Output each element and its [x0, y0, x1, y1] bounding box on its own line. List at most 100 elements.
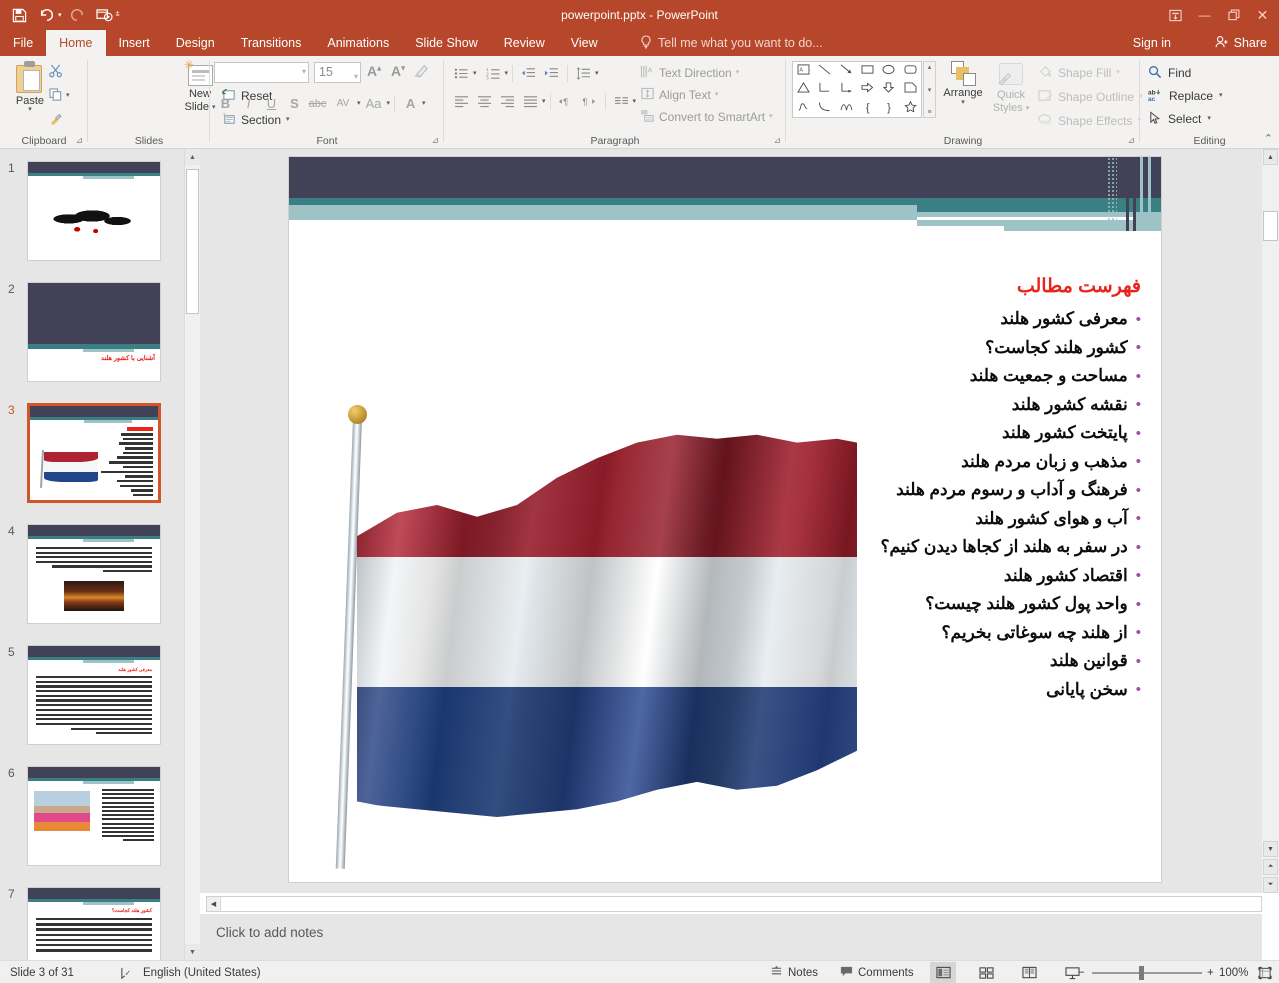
vscroll-thumb[interactable]: [1263, 211, 1278, 241]
shape-effects-button[interactable]: Shape Effects ▾: [1038, 109, 1148, 133]
cut-button[interactable]: [46, 60, 82, 84]
thumbnail-7-canvas[interactable]: کشور هلند کجاست؟: [27, 887, 161, 960]
thumbnail-slide-5[interactable]: 5 معرفی کشور هلند: [0, 645, 184, 765]
clipboard-dialog-launcher[interactable]: ⊿: [75, 135, 83, 146]
shape-fill-dropdown-icon[interactable]: ▾: [1116, 69, 1120, 76]
paragraph-dialog-launcher[interactable]: ⊿: [773, 135, 781, 146]
thumbnail-slide-2[interactable]: 2 آشنایی با کشور هلند: [0, 282, 184, 402]
tab-transitions[interactable]: Transitions: [228, 30, 315, 56]
increase-indent-button[interactable]: [540, 62, 563, 85]
restore-icon[interactable]: [1219, 2, 1248, 28]
font-dialog-launcher[interactable]: ⊿: [431, 135, 439, 146]
shape-right-arrow-icon[interactable]: [861, 82, 874, 96]
shapes-scroll-up-icon[interactable]: ▴: [928, 63, 932, 71]
shape-elbow-connector-icon[interactable]: [818, 82, 831, 96]
shape-curve-icon[interactable]: [818, 101, 831, 115]
ltr-text-direction-button[interactable]: ¶: [555, 90, 578, 113]
paste-dropdown-icon[interactable]: ▾: [28, 106, 32, 113]
slide-sorter-view-button[interactable]: [973, 962, 999, 983]
language-indicator[interactable]: English (United States): [143, 961, 261, 983]
ribbon-display-options-icon[interactable]: [1161, 2, 1190, 28]
share-button[interactable]: Share: [1203, 30, 1279, 56]
fit-slide-to-window-button[interactable]: [1258, 961, 1272, 983]
align-left-button[interactable]: [450, 90, 473, 113]
shapes-gallery[interactable]: A { }: [792, 61, 922, 118]
shape-right-brace-icon[interactable]: }: [887, 102, 891, 114]
thumbnail-slide-1[interactable]: 1: [0, 161, 184, 281]
font-size-dropdown-icon[interactable]: ▾: [354, 67, 358, 86]
strikethrough-button[interactable]: abc: [306, 92, 329, 115]
thumbnail-3-canvas[interactable]: [27, 403, 161, 503]
tab-view[interactable]: View: [558, 30, 611, 56]
font-name-input[interactable]: ▾: [214, 62, 309, 83]
notes-pane[interactable]: Click to add notes: [200, 914, 1262, 960]
justify-button[interactable]: [519, 90, 542, 113]
thumbnail-5-canvas[interactable]: معرفی کشور هلند: [27, 645, 161, 745]
zoom-in-button[interactable]: +: [1207, 961, 1214, 983]
shape-line-icon[interactable]: [818, 64, 831, 78]
tab-review[interactable]: Review: [491, 30, 558, 56]
shape-arc-icon[interactable]: [840, 101, 853, 115]
tab-home[interactable]: Home: [46, 30, 106, 56]
columns-dropdown-icon[interactable]: ▾: [633, 98, 637, 105]
copy-button[interactable]: ▾: [46, 84, 82, 108]
bold-button[interactable]: B: [214, 92, 237, 115]
thumbnail-slide-4[interactable]: 4: [0, 524, 184, 644]
find-button[interactable]: Find: [1148, 61, 1191, 85]
slide-vertical-scrollbar[interactable]: ▲ ▼ ⏶ ⏷: [1262, 149, 1279, 893]
tab-slide-show[interactable]: Slide Show: [402, 30, 491, 56]
smartart-dropdown-icon[interactable]: ▾: [769, 113, 773, 120]
minimize-icon[interactable]: —: [1190, 2, 1219, 28]
bullets-dropdown-icon[interactable]: ▾: [473, 70, 477, 77]
font-color-button[interactable]: A: [399, 92, 422, 115]
text-direction-button[interactable]: A Text Direction ▾: [640, 61, 739, 84]
spelling-check-icon[interactable]: ✓: [120, 961, 134, 983]
decrease-font-size-button[interactable]: A▾: [391, 63, 405, 79]
quick-styles-dropdown-icon[interactable]: ▾: [1026, 105, 1030, 112]
shape-oval-icon[interactable]: [882, 64, 895, 78]
thumbnail-2-canvas[interactable]: آشنایی با کشور هلند: [27, 282, 161, 382]
shape-textbox-icon[interactable]: A: [797, 64, 810, 78]
thumbnail-panel-scrollbar[interactable]: ▲ ▼: [184, 149, 200, 960]
numbering-button[interactable]: 123: [482, 62, 505, 85]
select-dropdown-icon[interactable]: ▾: [1207, 115, 1211, 122]
rtl-text-direction-button[interactable]: ¶: [578, 90, 601, 113]
tab-animations[interactable]: Animations: [314, 30, 402, 56]
shapes-gallery-scrollbar[interactable]: ▴ ▾ ≡: [923, 61, 936, 118]
notes-toggle-button[interactable]: Notes: [770, 961, 818, 983]
shape-outline-button[interactable]: Shape Outline ▾: [1038, 85, 1148, 109]
replace-button[interactable]: ab ac Replace ▾: [1148, 84, 1223, 108]
normal-view-button[interactable]: [930, 962, 956, 983]
align-right-button[interactable]: [496, 90, 519, 113]
shapes-scroll-down-icon[interactable]: ▾: [928, 86, 932, 94]
thumbnail-scroll-up-icon[interactable]: ▲: [185, 149, 200, 165]
thumbnail-slide-7[interactable]: 7 کشور هلند کجاست؟: [0, 887, 184, 960]
underline-button[interactable]: U: [260, 92, 283, 115]
thumbnail-slide-3[interactable]: 3: [0, 403, 184, 523]
tell-me-search[interactable]: Tell me what you want to do...: [640, 30, 823, 56]
justify-dropdown-icon[interactable]: ▾: [542, 98, 546, 105]
sign-in-button[interactable]: Sign in: [1133, 30, 1171, 56]
netherlands-flag-image[interactable]: [291, 369, 871, 869]
align-text-button[interactable]: Align Text ▾: [640, 83, 718, 106]
decrease-indent-button[interactable]: [517, 62, 540, 85]
shape-down-arrow-icon[interactable]: [882, 82, 895, 96]
shape-triangle-icon[interactable]: [797, 82, 810, 96]
zoom-slider-thumb[interactable]: [1139, 966, 1144, 980]
current-slide[interactable]: فهرست مطالب • معرفی کشور هلند • کشور هلن…: [289, 157, 1161, 882]
thumbnail-4-canvas[interactable]: [27, 524, 161, 624]
next-slide-icon[interactable]: ⏷: [1263, 877, 1278, 893]
tab-insert[interactable]: Insert: [106, 30, 163, 56]
shape-pentagon-icon[interactable]: [904, 82, 917, 96]
character-spacing-button[interactable]: AV: [329, 92, 357, 115]
vscroll-down-icon[interactable]: ▼: [1263, 841, 1278, 857]
line-spacing-dropdown-icon[interactable]: ▾: [595, 70, 599, 77]
replace-dropdown-icon[interactable]: ▾: [1219, 92, 1223, 99]
reading-view-button[interactable]: [1016, 962, 1042, 983]
increase-font-size-button[interactable]: A▴: [367, 63, 381, 79]
collapse-ribbon-icon[interactable]: ⌃: [1264, 132, 1273, 145]
hscroll-left-icon[interactable]: ◀: [207, 897, 221, 911]
slide-thumbnail-panel[interactable]: 1 2 آشنایی با کشور هلند 3 4 5 معرفی کشور…: [0, 149, 184, 960]
zoom-out-button[interactable]: −: [1078, 961, 1085, 983]
bullets-button[interactable]: [450, 62, 473, 85]
